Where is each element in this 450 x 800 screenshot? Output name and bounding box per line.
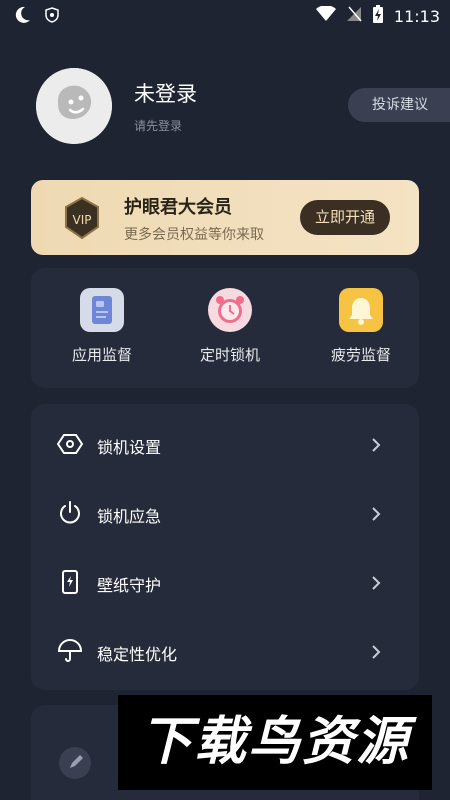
username[interactable]: 未登录 [134, 78, 197, 108]
settings-row-lock-settings[interactable]: 锁机设置 [31, 411, 419, 479]
settings-row-wallpaper-guard[interactable]: 壁纸守护 [31, 549, 419, 617]
vip-banner[interactable]: VIP 护眼君大会员 更多会员权益等你来取 立即开通 [31, 180, 419, 255]
login-hint: 请先登录 [134, 119, 183, 133]
chevron-right-icon [369, 437, 383, 452]
settings-row-label: 锁机应急 [97, 507, 162, 526]
quick-action-label: 定时锁机 [199, 346, 260, 364]
quick-action-fatigue[interactable]: 疲劳监督 [306, 288, 416, 378]
chevron-right-icon [369, 506, 383, 521]
pen-icon[interactable] [59, 747, 91, 779]
umbrella-icon [57, 638, 83, 664]
moon-icon [12, 5, 32, 29]
settings-row-label: 锁机设置 [97, 438, 162, 457]
vip-subtitle: 更多会员权益等你来取 [124, 227, 264, 243]
vip-badge-icon: VIP [63, 196, 101, 240]
bell-icon [339, 288, 383, 332]
settings-row-stability[interactable]: 稳定性优化 [31, 618, 419, 686]
app-monitor-icon [80, 288, 124, 332]
settings-row-lock-emergency[interactable]: 锁机应急 [31, 480, 419, 548]
status-time: 11:13 [393, 6, 440, 26]
settings-list: 锁机设置 锁机应急 壁纸守护 稳定性优化 [31, 404, 419, 690]
battery-charging-icon [372, 4, 384, 28]
quick-action-timed-lock[interactable]: 定时锁机 [175, 288, 285, 378]
no-signal-icon [346, 6, 362, 26]
face-icon [36, 68, 112, 144]
wifi-icon [315, 5, 336, 26]
alarm-clock-icon [208, 288, 252, 332]
phone-bolt-icon [57, 569, 83, 595]
chevron-right-icon [369, 575, 383, 590]
settings-row-label: 稳定性优化 [97, 645, 178, 664]
vip-badge-text: VIP [73, 213, 92, 227]
status-bar: 11:13 [0, 0, 450, 30]
vip-title: 护眼君大会员 [124, 197, 232, 218]
chevron-right-icon [369, 644, 383, 659]
quick-actions-card: 应用监督 定时锁机 疲劳监督 [31, 268, 419, 388]
shield-icon [44, 7, 60, 27]
settings-row-label: 壁纸守护 [97, 576, 162, 595]
feedback-button[interactable]: 投诉建议 [348, 88, 450, 122]
profile-section: 未登录 请先登录 投诉建议 [0, 60, 450, 150]
quick-action-label: 应用监督 [71, 346, 132, 364]
quick-action-label: 疲劳监督 [330, 346, 391, 364]
hexagon-settings-icon [56, 431, 84, 457]
avatar[interactable] [36, 68, 112, 144]
power-icon [57, 500, 83, 526]
vip-open-button[interactable]: 立即开通 [300, 200, 390, 235]
quick-action-app-monitor[interactable]: 应用监督 [47, 288, 157, 378]
watermark: 下载鸟资源 [118, 695, 432, 790]
